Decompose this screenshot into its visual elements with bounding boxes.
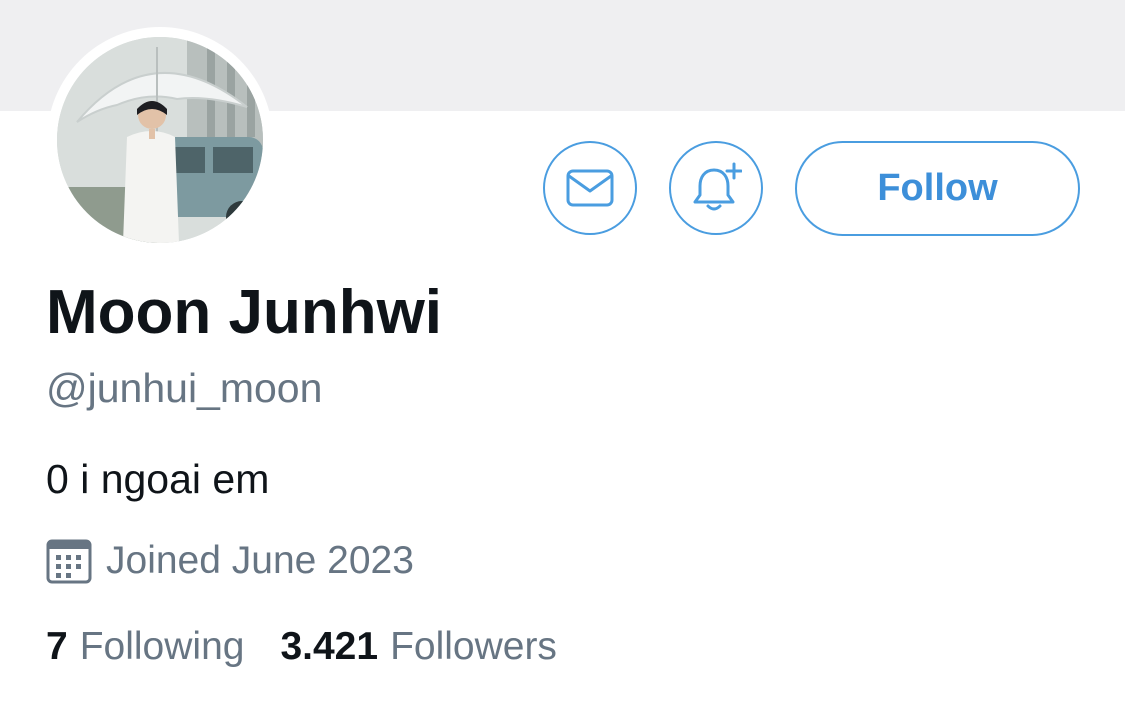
joined-date: Joined June 2023 [46,536,414,586]
calendar-icon [46,539,92,584]
followers-label: Followers [390,625,557,668]
joined-label: Joined June 2023 [106,539,414,582]
envelope-icon [566,169,614,207]
profile-page: Follow Moon Junhwi @junhui_moon 0 i ngoa… [0,0,1125,717]
followers-count: 3.421 [280,625,379,668]
avatar-photo [57,37,263,243]
display-name: Moon Junhwi [46,278,443,347]
user-handle: @junhui_moon [46,365,323,411]
profile-bio: 0 i ngoai em [46,456,270,502]
bell-plus-icon [693,162,742,211]
follow-button[interactable]: Follow [795,141,1080,236]
message-button[interactable] [543,141,637,235]
following-count: 7 [46,625,68,668]
avatar[interactable] [57,37,263,243]
avatar-ring [47,27,273,253]
follow-stats: 7 Following 3.421 Followers [46,625,557,669]
followers-link[interactable]: 3.421 Followers [280,625,556,669]
notifications-button[interactable] [669,141,763,235]
following-label: Following [79,625,245,668]
following-link[interactable]: 7 Following [46,625,244,669]
